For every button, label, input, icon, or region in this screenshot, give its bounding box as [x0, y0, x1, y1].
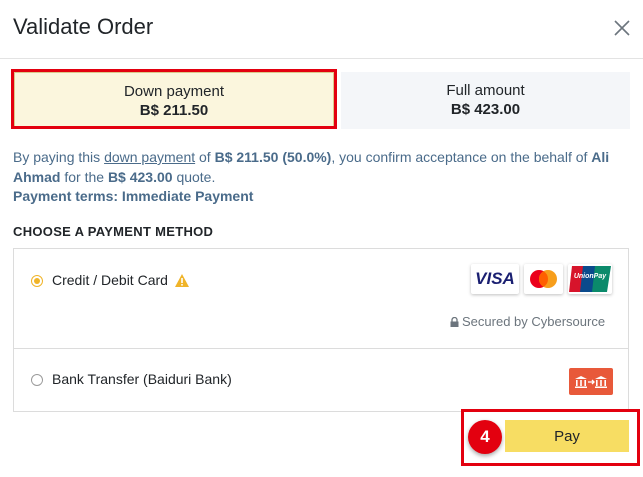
- full-amount-label: Full amount: [446, 82, 525, 99]
- highlight-box-down-payment: [11, 69, 337, 129]
- svg-text:UnionPay: UnionPay: [574, 273, 607, 280]
- radio-card[interactable]: [31, 275, 43, 287]
- payment-terms: Payment terms: Immediate Payment: [13, 188, 254, 204]
- payment-description: By paying this down payment of B$ 211.50…: [13, 149, 610, 185]
- down-payment-link[interactable]: down payment: [104, 149, 195, 165]
- warning-icon: [175, 274, 189, 287]
- lock-icon: [450, 317, 459, 327]
- bank-transfer-icon: [569, 368, 613, 395]
- mastercard-icon: [530, 270, 557, 288]
- unionpay-icon: UnionPay: [569, 266, 611, 292]
- dialog-header: Validate Order: [0, 0, 643, 59]
- full-amount-amount: B$ 423.00: [450, 101, 521, 118]
- radio-bank-transfer[interactable]: [31, 374, 43, 386]
- mastercard-logo: [524, 264, 563, 294]
- bank-method-label: Bank Transfer (Baiduri Bank): [52, 371, 232, 387]
- pay-button[interactable]: Pay: [505, 420, 629, 452]
- step-badge: 4: [468, 420, 502, 454]
- close-icon[interactable]: [612, 18, 632, 38]
- unionpay-logo: UnionPay: [568, 264, 612, 294]
- secured-note: Secured by Cybersource: [450, 314, 605, 329]
- card-method-label: Credit / Debit Card: [52, 272, 168, 288]
- payment-method-card[interactable]: Credit / Debit Card VISA UnionPay Secure…: [13, 248, 629, 349]
- full-amount-option[interactable]: Full amount B$ 423.00: [341, 72, 630, 129]
- payment-method-bank-transfer[interactable]: Bank Transfer (Baiduri Bank): [13, 348, 629, 412]
- dialog-title: Validate Order: [13, 14, 154, 39]
- visa-logo: VISA: [471, 264, 519, 294]
- payment-method-heading: CHOOSE A PAYMENT METHOD: [13, 224, 214, 239]
